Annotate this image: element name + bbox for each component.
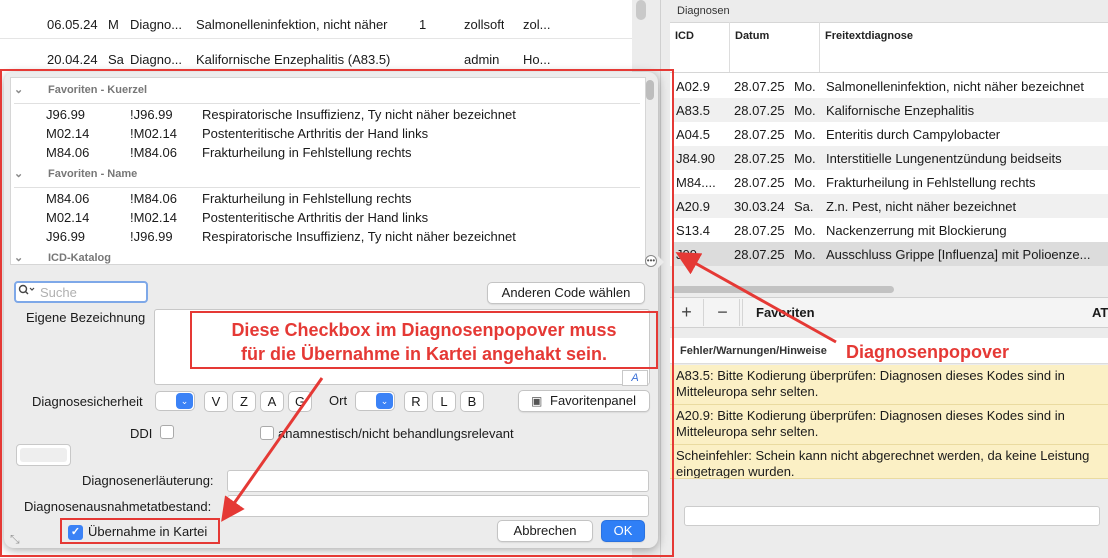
diagnose-date: 28.07.25 xyxy=(734,102,785,118)
row-text: Kalifornische Enzephalitis (A83.5) xyxy=(196,51,391,67)
row-extra: zol... xyxy=(523,16,551,32)
table-row[interactable]: 20.04.24 Sa Diagno... Kalifornische Enze… xyxy=(0,47,632,71)
diagnose-date: 28.07.25 xyxy=(734,126,785,142)
diagnose-row[interactable]: S13.4 28.07.25 Mo. Nackenzerrung mit Blo… xyxy=(672,218,1108,242)
add-button[interactable]: + xyxy=(670,299,704,326)
diagnose-icd: A02.9 xyxy=(676,78,710,94)
diagnosen-title: Diagnosen xyxy=(677,5,730,17)
diagnose-text: Z.n. Pest, nicht näher bezeichnet xyxy=(826,198,1017,214)
diagnose-day: Mo. xyxy=(794,246,816,262)
toolbar-divider xyxy=(742,299,743,326)
diagnose-day: Mo. xyxy=(794,174,816,190)
diagnose-icd: M84.... xyxy=(676,174,716,190)
row-user: zollsoft xyxy=(464,16,505,32)
row-date: 20.04.24 xyxy=(47,51,98,67)
row-date: 06.05.24 xyxy=(47,16,98,32)
diagnose-row[interactable]: A20.9 30.03.24 Sa. Z.n. Pest, nicht nähe… xyxy=(672,194,1108,218)
diagnose-row[interactable]: J84.90 28.07.25 Mo. Interstitielle Lunge… xyxy=(672,146,1108,170)
row-text: Salmonelleninfektion, nicht näher xyxy=(196,16,388,32)
diagnose-icd: J84.90 xyxy=(676,150,716,166)
row-category: Diagno... xyxy=(130,51,183,67)
horizontal-scrollbar[interactable] xyxy=(672,286,894,293)
warning-item[interactable]: Scheinfehler: Schein kann nicht abgerech… xyxy=(670,445,1108,479)
favoriten-tab[interactable]: Favoriten xyxy=(756,305,815,320)
warnings-title: Fehler/Warnungen/Hinweise xyxy=(680,345,827,357)
row-user: admin xyxy=(464,51,500,67)
diagnose-text: Interstitielle Lungenentzündung beidseit… xyxy=(826,150,1062,166)
diagnose-date: 28.07.25 xyxy=(734,78,785,94)
row-day: Sa xyxy=(108,51,124,67)
diagnose-day: Mo. xyxy=(794,102,816,118)
diagnose-day: Mo. xyxy=(794,222,816,238)
diagnose-text: Enteritis durch Campylobacter xyxy=(826,126,1001,142)
diagnose-icd: A83.5 xyxy=(676,102,710,118)
diagnose-icd: S13.4 xyxy=(676,222,710,238)
at-tab[interactable]: AT xyxy=(1092,305,1108,320)
diagnose-day: Mo. xyxy=(794,126,816,142)
row-extra: Ho... xyxy=(523,51,551,67)
diagnose-icd: J09 xyxy=(676,246,697,262)
warning-item[interactable]: A83.5: Bitte Kodierung überprüfen: Diagn… xyxy=(670,365,1108,405)
diagnose-row[interactable]: A02.9 28.07.25 Mo. Salmonelleninfektion,… xyxy=(672,74,1108,98)
row-divider xyxy=(0,38,632,39)
checkbox-highlight xyxy=(60,518,220,544)
diagnose-icd: A04.5 xyxy=(676,126,710,142)
diagnose-date: 30.03.24 xyxy=(734,198,785,214)
callout-text: Diese Checkbox im Diagnosenpopover muss … xyxy=(192,318,656,366)
diagnose-date: 28.07.25 xyxy=(734,150,785,166)
diagnose-day: Mo. xyxy=(794,78,816,94)
diagnose-icd: A20.9 xyxy=(676,198,710,214)
diagnose-date: 28.07.25 xyxy=(734,174,785,190)
table-row[interactable]: 06.05.24 M Diagno... Salmonelleninfektio… xyxy=(0,12,632,36)
callout-line: Diese Checkbox im Diagnosenpopover muss xyxy=(231,320,617,340)
diagnose-row[interactable]: M84.... 28.07.25 Mo. Frakturheilung in F… xyxy=(672,170,1108,194)
bottom-input[interactable] xyxy=(684,506,1100,526)
diagnose-date: 28.07.25 xyxy=(734,222,785,238)
diagnose-text: Salmonelleninfektion, nicht näher bezeic… xyxy=(826,78,1085,94)
popover-callout-label: Diagnosenpopover xyxy=(846,342,1010,362)
diagnose-date: 28.07.25 xyxy=(734,246,785,262)
column-header-freitext[interactable]: Freitextdiagnose xyxy=(820,22,1108,72)
diagnose-row-selected[interactable]: J09 28.07.25 Mo. Ausschluss Grippe [Infl… xyxy=(672,242,1108,266)
callout-line: für die Übernahme in Kartei angehakt sei… xyxy=(240,344,608,364)
column-header-icd[interactable]: ICD xyxy=(670,22,730,72)
diagnose-day: Mo. xyxy=(794,150,816,166)
column-header-datum[interactable]: Datum xyxy=(730,22,820,72)
diagnose-row[interactable]: A04.5 28.07.25 Mo. Enteritis durch Campy… xyxy=(672,122,1108,146)
diagnose-day: Sa. xyxy=(794,198,814,214)
header-divider xyxy=(670,72,1108,73)
row-category: Diagno... xyxy=(130,16,183,32)
vertical-scrollbar[interactable] xyxy=(636,0,646,20)
diagnose-text: Nackenzerrung mit Blockierung xyxy=(826,222,1007,238)
row-day: M xyxy=(108,16,119,32)
warning-item[interactable]: A20.9: Bitte Kodierung überprüfen: Diagn… xyxy=(670,405,1108,445)
remove-button[interactable]: − xyxy=(706,299,740,326)
diagnose-row[interactable]: A83.5 28.07.25 Mo. Kalifornische Enzepha… xyxy=(672,98,1108,122)
diagnose-text: Ausschluss Grippe [Influenza] mit Polioe… xyxy=(826,246,1091,262)
diagnose-text: Frakturheilung in Fehlstellung rechts xyxy=(826,174,1036,190)
row-count: 1 xyxy=(419,16,427,32)
diagnose-text: Kalifornische Enzephalitis xyxy=(826,102,975,118)
